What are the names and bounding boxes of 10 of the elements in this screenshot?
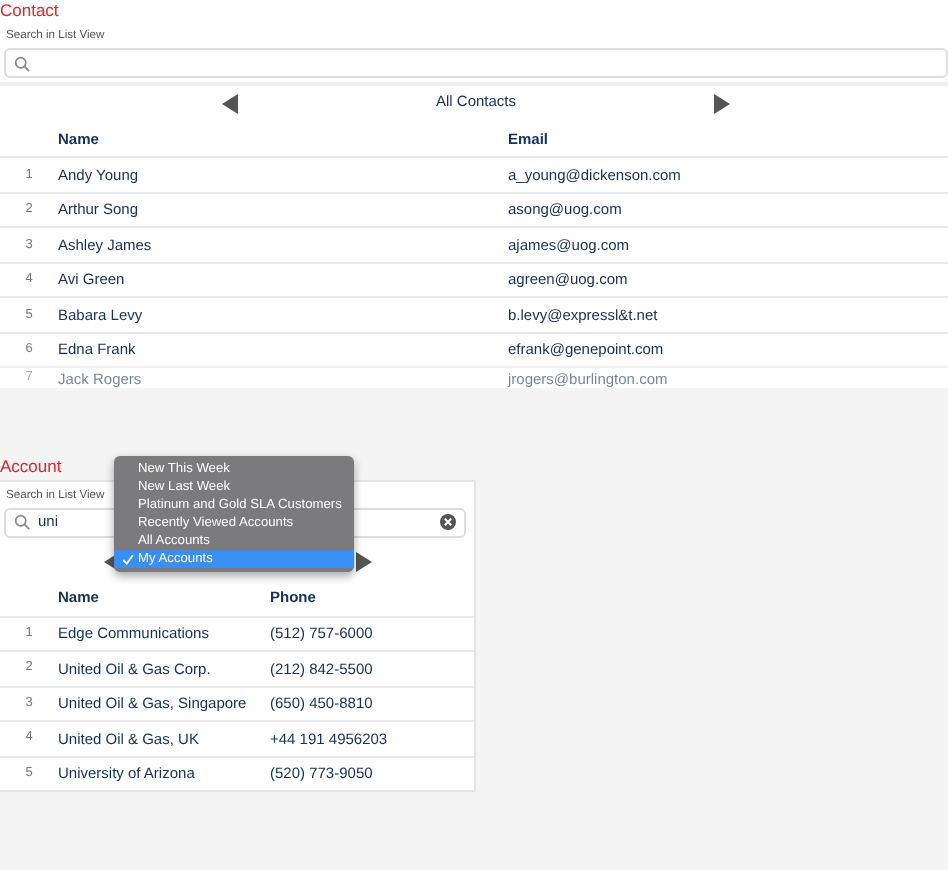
section-title: Account <box>0 456 62 477</box>
next-button[interactable] <box>356 551 372 571</box>
search-icon <box>14 55 30 72</box>
check-icon <box>122 553 134 565</box>
search-field[interactable] <box>4 48 948 79</box>
previous-button[interactable] <box>222 94 238 115</box>
section-title: Contact <box>0 0 59 20</box>
next-button[interactable] <box>714 94 730 115</box>
search-icon <box>14 514 30 530</box>
clear-icon[interactable] <box>440 514 456 530</box>
